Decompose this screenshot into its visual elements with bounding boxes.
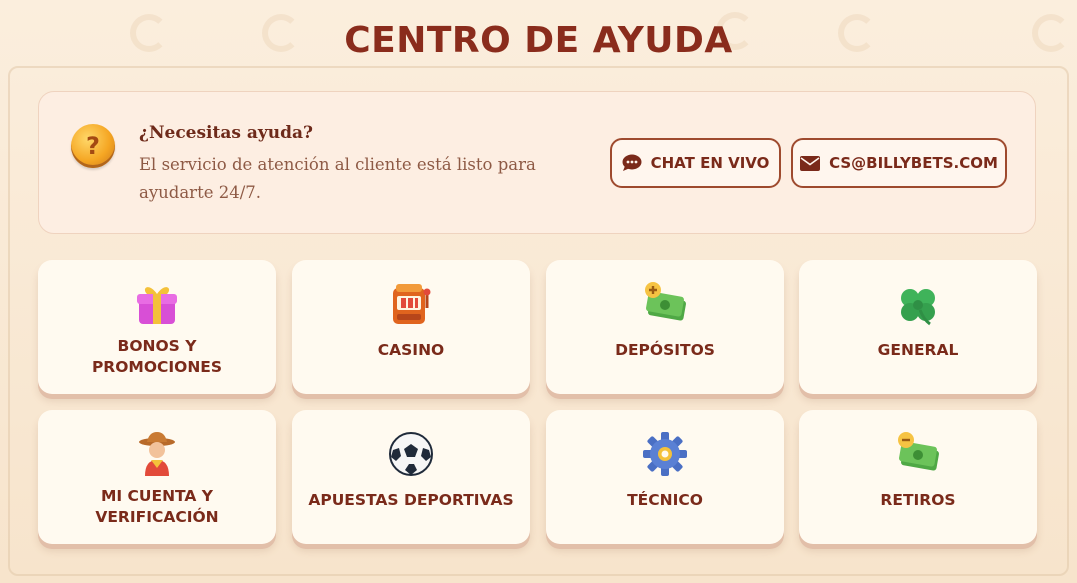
category-general[interactable]: GENERAL xyxy=(799,260,1037,394)
money-plus-icon xyxy=(645,282,686,321)
envelope-icon xyxy=(800,155,821,171)
category-label: MI CUENTA Y VERIFICACIÓN xyxy=(95,487,219,526)
help-banner: ? ¿Necesitas ayuda? El servicio de atenc… xyxy=(38,91,1036,234)
cowboy-avatar-icon xyxy=(139,432,175,476)
email-button[interactable]: CS@BILLYBETS.COM xyxy=(791,138,1007,188)
question-coin-icon: ? xyxy=(71,124,115,168)
category-depositos[interactable]: DEPÓSITOS xyxy=(546,260,784,394)
category-casino[interactable]: CASINO xyxy=(292,260,530,394)
page-title: CENTRO DE AYUDA xyxy=(344,20,733,61)
money-minus-icon xyxy=(898,432,939,471)
category-label: DEPÓSITOS xyxy=(615,341,715,359)
help-title: ¿Necesitas ayuda? xyxy=(139,123,313,143)
soccer-ball-icon xyxy=(389,432,433,476)
slot-machine-icon xyxy=(393,284,431,324)
category-bonos-promociones[interactable]: BONOS Y PROMOCIONES xyxy=(38,260,276,394)
category-retiros[interactable]: RETIROS xyxy=(799,410,1037,544)
category-label: TÉCNICO xyxy=(627,491,703,509)
category-label: APUESTAS DEPORTIVAS xyxy=(308,491,514,509)
category-mi-cuenta[interactable]: MI CUENTA Y VERIFICACIÓN xyxy=(38,410,276,544)
category-label: GENERAL xyxy=(877,341,959,359)
category-apuestas-deportivas[interactable]: APUESTAS DEPORTIVAS xyxy=(292,410,530,544)
gear-icon xyxy=(643,432,687,476)
gift-icon xyxy=(137,287,177,324)
category-label: BONOS Y PROMOCIONES xyxy=(91,337,223,376)
chat-bubble-icon xyxy=(622,154,642,171)
category-label: RETIROS xyxy=(880,491,956,509)
category-label: CASINO xyxy=(377,341,445,359)
help-description: El servicio de atención al cliente está … xyxy=(139,155,536,202)
live-chat-button[interactable]: CHAT EN VIVO xyxy=(610,138,781,188)
clover-icon xyxy=(901,289,935,326)
email-label: CS@BILLYBETS.COM xyxy=(829,154,998,172)
live-chat-label: CHAT EN VIVO xyxy=(650,154,770,172)
category-tecnico[interactable]: TÉCNICO xyxy=(546,410,784,544)
